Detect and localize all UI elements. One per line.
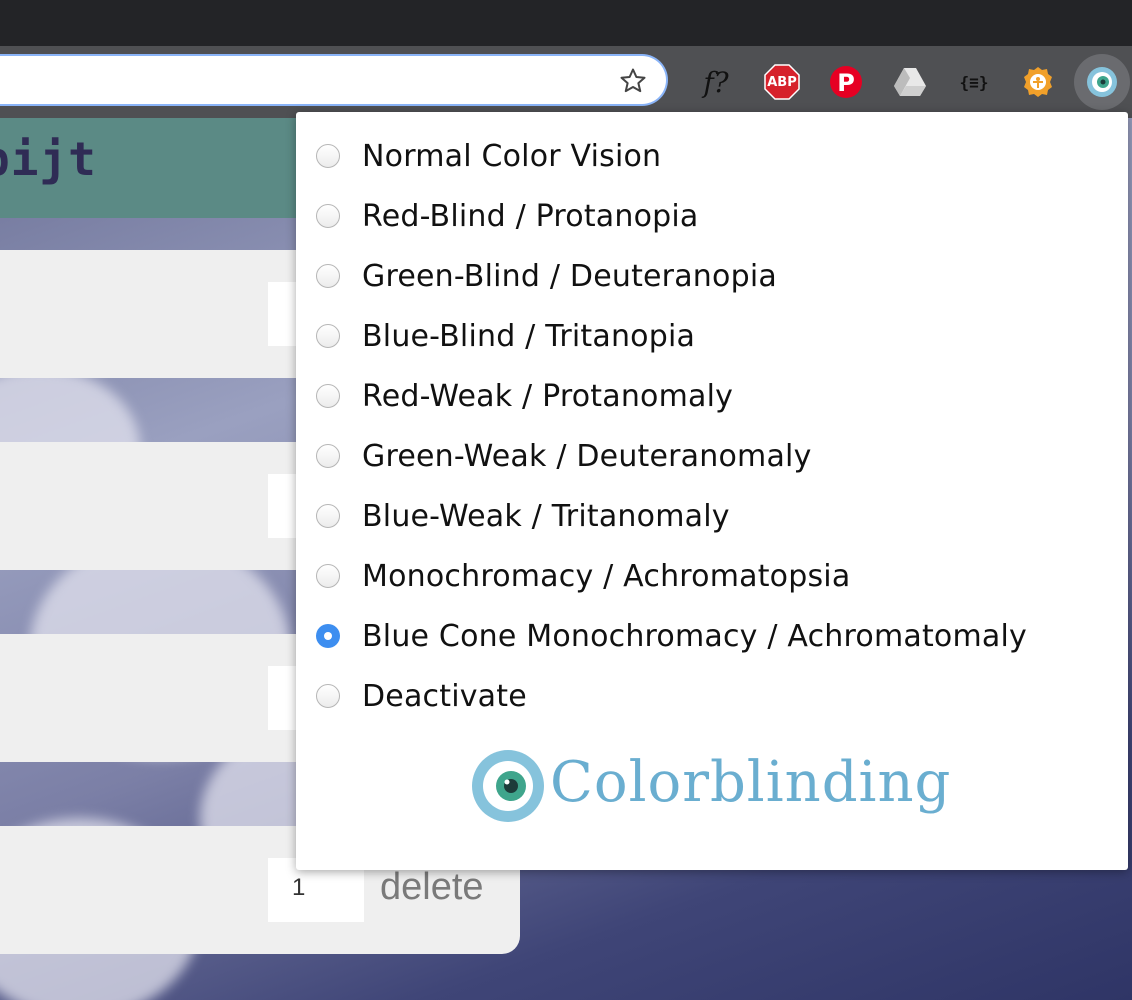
eye-logo-icon bbox=[472, 750, 544, 822]
option-deuteranopia[interactable]: Green-Blind / Deuteranopia bbox=[316, 256, 777, 296]
option-achromatomaly[interactable]: Blue Cone Monochromacy / Achromatomaly bbox=[316, 616, 1027, 656]
radio-button[interactable] bbox=[316, 264, 340, 288]
option-label: Blue-Weak / Tritanomaly bbox=[362, 498, 730, 534]
option-label: Red-Blind / Protanopia bbox=[362, 198, 699, 234]
radio-button[interactable] bbox=[316, 324, 340, 348]
radio-button[interactable] bbox=[316, 504, 340, 528]
radio-button[interactable] bbox=[316, 204, 340, 228]
adblock-icon[interactable]: ABP bbox=[764, 64, 800, 100]
bookmark-star-icon[interactable] bbox=[618, 66, 648, 96]
json-viewer-icon[interactable]: {≡} bbox=[956, 64, 992, 100]
option-protanomaly[interactable]: Red-Weak / Protanomaly bbox=[316, 376, 733, 416]
page-title: bijt bbox=[0, 132, 97, 186]
pinterest-icon[interactable]: P bbox=[828, 64, 864, 100]
option-deactivate[interactable]: Deactivate bbox=[316, 676, 527, 716]
colorblinding-logo: Colorblinding bbox=[470, 746, 950, 832]
option-deuteranomaly[interactable]: Green-Weak / Deuteranomaly bbox=[316, 436, 812, 476]
option-label: Blue Cone Monochromacy / Achromatomaly bbox=[362, 618, 1027, 654]
radio-button[interactable] bbox=[316, 564, 340, 588]
radio-button[interactable] bbox=[316, 444, 340, 468]
option-tritanopia[interactable]: Blue-Blind / Tritanopia bbox=[316, 316, 695, 356]
drive-icon[interactable] bbox=[892, 64, 928, 100]
svg-text:P: P bbox=[837, 69, 855, 97]
radio-button[interactable] bbox=[316, 384, 340, 408]
option-label: Green-Weak / Deuteranomaly bbox=[362, 438, 812, 474]
option-label: Green-Blind / Deuteranopia bbox=[362, 258, 777, 294]
address-bar[interactable] bbox=[0, 54, 668, 106]
radio-button-selected[interactable] bbox=[316, 624, 340, 648]
radio-button[interactable] bbox=[316, 144, 340, 168]
option-label: Blue-Blind / Tritanopia bbox=[362, 318, 696, 354]
logo-text: Colorblinding bbox=[550, 750, 952, 815]
fontface-icon[interactable]: f? bbox=[698, 64, 734, 100]
option-achromatopsia[interactable]: Monochromacy / Achromatopsia bbox=[316, 556, 850, 596]
radio-button[interactable] bbox=[316, 684, 340, 708]
option-label: Normal Color Vision bbox=[362, 138, 662, 174]
browser-tab-strip bbox=[0, 0, 1132, 46]
accessibility-icon[interactable] bbox=[1020, 64, 1056, 100]
option-normal-color-vision[interactable]: Normal Color Vision bbox=[316, 136, 661, 176]
colorblinding-icon[interactable] bbox=[1084, 64, 1120, 100]
option-label: Monochromacy / Achromatopsia bbox=[362, 558, 851, 594]
option-protanopia[interactable]: Red-Blind / Protanopia bbox=[316, 196, 699, 236]
colorblinding-popup: Normal Color Vision Red-Blind / Protanop… bbox=[296, 112, 1128, 870]
delete-link[interactable]: delete bbox=[380, 866, 484, 909]
option-label: Red-Weak / Protanomaly bbox=[362, 378, 734, 414]
option-label: Deactivate bbox=[362, 678, 527, 714]
option-tritanomaly[interactable]: Blue-Weak / Tritanomaly bbox=[316, 496, 730, 536]
